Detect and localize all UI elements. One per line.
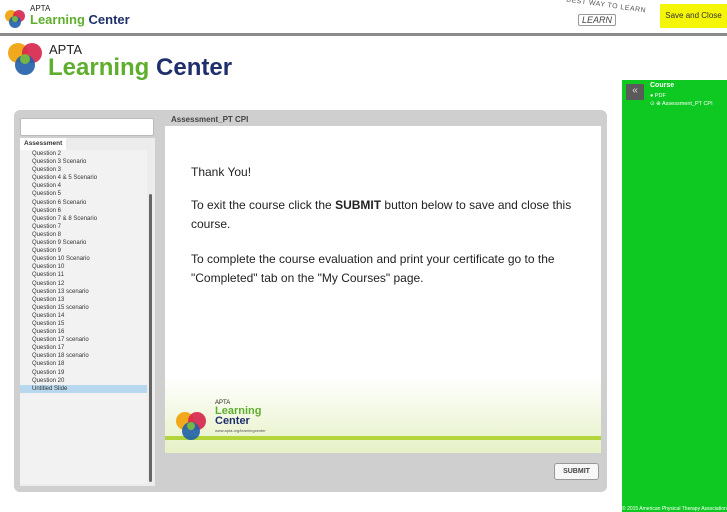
course-outline-panel: « Course ● PDF ⊙ ⊕ Assessment_PT CPI © 2… (622, 80, 727, 512)
toc-item[interactable]: Question 9 (20, 247, 147, 255)
slide-content: Thank You! To exit the course click the … (165, 126, 601, 453)
save-and-close-button[interactable]: Save and Close (660, 4, 727, 28)
toc-item[interactable]: Question 6 Scenario (20, 199, 147, 207)
slide-exit-instructions: To exit the course click the SUBMIT butt… (191, 198, 572, 231)
toc-item[interactable]: Question 8 (20, 231, 147, 239)
toc-item[interactable]: Question 3 (20, 166, 147, 174)
logo-disc-icon (8, 43, 42, 75)
toc-item[interactable]: Question 16 (20, 328, 147, 336)
course-item-pdf[interactable]: ● PDF (650, 93, 666, 99)
toc-item[interactable]: Question 18 scenario (20, 352, 147, 360)
best-way-to-learn-badge: BEST WAY TO LEARN LEARN (566, 0, 646, 34)
toc-item[interactable]: Question 3 Scenario (20, 158, 147, 166)
search-input[interactable] (20, 118, 154, 136)
toc-item-selected[interactable]: Untitled Slide (20, 384, 147, 393)
logo-wordmark: Learning Center (48, 54, 233, 81)
toc-item[interactable]: Question 4 (20, 182, 147, 190)
course-player: Assessment_PT CPI Assessment Question 2 … (14, 110, 607, 492)
toc-item[interactable]: Question 20 (20, 377, 147, 385)
toc-item[interactable]: Question 11 (20, 271, 147, 279)
toc-item[interactable]: Question 5 (20, 190, 147, 198)
submit-button[interactable]: SUBMIT (554, 463, 599, 480)
toc-item[interactable]: Question 19 (20, 369, 147, 377)
toc-item[interactable]: Question 7 & 8 Scenario (20, 215, 147, 223)
slide-apta-logo: APTA Learning Center www.apta.org/learni… (173, 398, 293, 444)
copyright-text: © 2015 American Physical Therapy Associa… (622, 506, 727, 512)
logo-small-wordmark: Learning Center (30, 12, 130, 27)
toc-item[interactable]: Question 9 Scenario (20, 239, 147, 247)
logo-disc-icon (176, 412, 206, 440)
badge-arc-text: BEST WAY TO LEARN (565, 0, 647, 15)
player-title: Assessment_PT CPI (171, 115, 249, 124)
toc-item[interactable]: Question 10 Scenario (20, 255, 147, 263)
toc-item[interactable]: Question 4 & 5 Scenario (20, 174, 147, 182)
toc-item[interactable]: Question 15 scenario (20, 304, 147, 312)
tab-assessment[interactable]: Assessment (20, 138, 67, 150)
toc-item[interactable]: Question 17 (20, 344, 147, 352)
toc-list[interactable]: Question 2 Question 3 Scenario Question … (20, 150, 147, 484)
toc-item[interactable]: Question 6 (20, 207, 147, 215)
top-bar: APTA Learning Center BEST WAY TO LEARN L… (0, 0, 727, 36)
bullet-icon: ● (650, 93, 654, 99)
logo-disc-icon (5, 10, 25, 28)
toc-scrollbar[interactable] (149, 194, 152, 482)
toc-item[interactable]: Question 15 (20, 320, 147, 328)
toc-item[interactable]: Question 13 scenario (20, 288, 147, 296)
toc-item[interactable]: Question 2 (20, 150, 147, 158)
badge-learn-text: LEARN (578, 14, 617, 26)
toc-item[interactable]: Question 12 (20, 280, 147, 288)
slide-evaluation-instructions: To complete the course evaluation and pr… (191, 252, 555, 285)
course-item-assessment[interactable]: ⊙ ⊕ Assessment_PT CPI (650, 101, 713, 107)
toc-item[interactable]: Question 14 (20, 312, 147, 320)
toc-item[interactable]: Question 10 (20, 263, 147, 271)
apta-logo-small: APTA Learning Center (4, 2, 174, 32)
table-of-contents: Assessment Question 2 Question 3 Scenari… (20, 138, 155, 486)
toc-item[interactable]: Question 13 (20, 296, 147, 304)
apta-learning-center-logo: APTA Learning Center (6, 38, 232, 82)
slide-thank-you: Thank You! (191, 165, 252, 179)
collapse-panel-button[interactable]: « (626, 84, 644, 100)
course-panel-title: Course (650, 82, 675, 89)
toc-item[interactable]: Question 7 (20, 223, 147, 231)
radio-icon: ⊙ ⊕ (650, 101, 661, 107)
toc-item[interactable]: Question 18 (20, 360, 147, 368)
toc-item[interactable]: Question 17 scenario (20, 336, 147, 344)
